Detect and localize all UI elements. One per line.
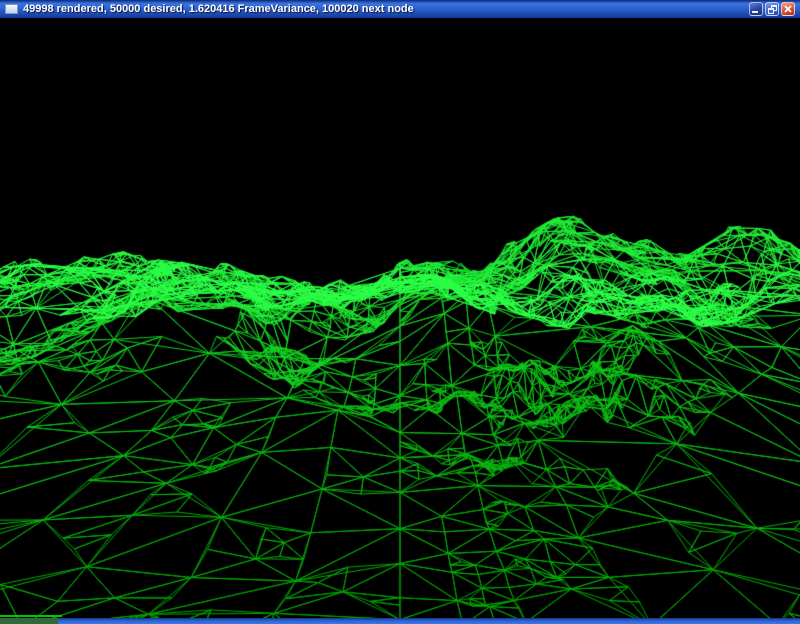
- application-window-icon: [5, 4, 18, 14]
- close-button[interactable]: [781, 2, 795, 16]
- titlebar[interactable]: 49998 rendered, 50000 desired, 1.620416 …: [0, 0, 800, 18]
- restore-button[interactable]: [765, 2, 779, 16]
- restore-icon: [768, 5, 777, 14]
- window-border-bottom-left-segment: [0, 618, 58, 624]
- window-title: 49998 rendered, 50000 desired, 1.620416 …: [23, 0, 414, 18]
- minimize-icon: [752, 11, 758, 13]
- close-icon: [784, 5, 792, 13]
- window-controls: [749, 2, 795, 16]
- window-border-bottom[interactable]: [0, 618, 800, 624]
- terrain-edge-line: [0, 615, 62, 617]
- terrain-viewport[interactable]: [0, 18, 800, 618]
- app-window: 49998 rendered, 50000 desired, 1.620416 …: [0, 0, 800, 624]
- minimize-button[interactable]: [749, 2, 763, 16]
